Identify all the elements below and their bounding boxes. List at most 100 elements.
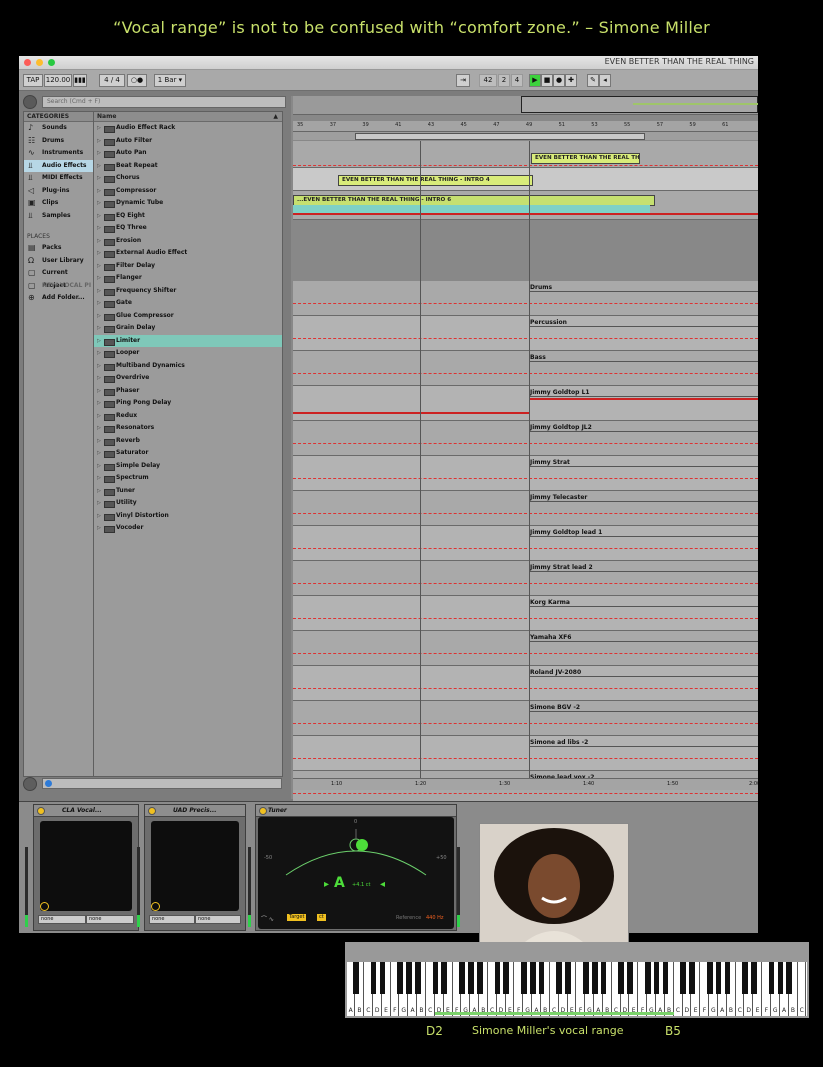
browser-item[interactable]: ▷ EQ Three (94, 222, 282, 235)
preview-icon[interactable] (45, 780, 52, 787)
expand-arrow-icon[interactable]: ▷ (97, 272, 101, 285)
track-lane[interactable]: ...EVEN BETTER THAN THE REAL THING - INT… (293, 191, 758, 220)
position-bar-field[interactable]: 42 (479, 74, 497, 87)
expand-arrow-icon[interactable]: ▷ (97, 472, 101, 485)
browser-item[interactable]: ▷ Frequency Shifter (94, 285, 282, 298)
browser-item[interactable]: ▷ Glue Compressor (94, 310, 282, 323)
track-lane[interactable]: Simone BGV -2 (293, 701, 758, 736)
clip-intro-4[interactable]: EVEN BETTER THAN THE REAL THING - INTRO … (338, 175, 533, 186)
power-icon[interactable] (148, 807, 156, 815)
clip-top[interactable]: EVEN BETTER THAN THE REAL TH (531, 153, 640, 164)
track-lane[interactable]: Jimmy Strat (293, 456, 758, 491)
browser-item[interactable]: ▷ Spectrum (94, 472, 282, 485)
track-lane[interactable]: Yamaha XF6 (293, 631, 758, 666)
category-item[interactable]: ◁ Plug-ins (24, 185, 93, 198)
place-item[interactable]: ▢ Current Project (24, 267, 93, 289)
browser-toggle-icon[interactable] (23, 95, 37, 109)
browser-item[interactable]: ▷ Saturator (94, 447, 282, 460)
expand-arrow-icon[interactable]: ▷ (97, 485, 101, 498)
macro-select-2[interactable]: none (86, 915, 134, 924)
tempo-field[interactable]: 120.00 (44, 74, 72, 87)
macro-select-2[interactable]: none (195, 915, 241, 924)
expand-arrow-icon[interactable]: ▷ (97, 335, 101, 348)
category-item[interactable]: ⫫ Samples (24, 210, 93, 223)
expand-arrow-icon[interactable]: ▷ (97, 210, 101, 223)
category-item[interactable]: ∿ Instruments (24, 147, 93, 160)
browser-item[interactable]: ▷ Reverb (94, 435, 282, 448)
track-lane[interactable]: Simone ad libs -2 (293, 736, 758, 771)
expand-arrow-icon[interactable]: ▷ (97, 447, 101, 460)
expand-arrow-icon[interactable]: ▷ (97, 135, 101, 148)
expand-arrow-icon[interactable]: ▷ (97, 397, 101, 410)
expand-arrow-icon[interactable]: ▷ (97, 310, 101, 323)
category-item[interactable]: ▣ Clips (24, 197, 93, 210)
track-lane[interactable]: Bass (293, 351, 758, 386)
loop-brace[interactable] (293, 132, 758, 140)
browser-item[interactable]: ▷ Auto Filter (94, 135, 282, 148)
macro-select-1[interactable]: none (149, 915, 195, 924)
tap-button[interactable]: TAP (23, 74, 43, 87)
browser-item[interactable]: ▷ Auto Pan (94, 147, 282, 160)
expand-arrow-icon[interactable]: ▷ (97, 147, 101, 160)
browser-item[interactable]: ▷ Dynamic Tube (94, 197, 282, 210)
power-icon[interactable] (259, 807, 267, 815)
automation-arm-button[interactable]: ✎ (587, 74, 599, 87)
expand-arrow-icon[interactable]: ▷ (97, 410, 101, 423)
track-lane[interactable]: Drums (293, 281, 758, 316)
expand-arrow-icon[interactable]: ▷ (97, 360, 101, 373)
expand-arrow-icon[interactable]: ▷ (97, 497, 101, 510)
track-lane[interactable]: Jimmy Goldtop L1 (293, 386, 758, 421)
browser-search-input[interactable]: Search (Cmd + F) (42, 96, 286, 108)
tuner-mode-icons[interactable]: ⌒ ∿ (261, 914, 274, 923)
browser-item[interactable]: ▷ Beat Repeat (94, 160, 282, 173)
track-lane[interactable]: Percussion (293, 316, 758, 351)
expand-arrow-icon[interactable]: ▷ (97, 197, 101, 210)
expand-arrow-icon[interactable]: ▷ (97, 122, 101, 135)
position-beat-field[interactable]: 2 (498, 74, 510, 87)
category-item[interactable]: ⫫ MIDI Effects (24, 172, 93, 185)
browser-preview-strip[interactable] (42, 778, 282, 789)
zoom-button[interactable] (48, 59, 55, 66)
expand-arrow-icon[interactable]: ▷ (97, 260, 101, 273)
place-item[interactable]: ▤ Packs (24, 242, 93, 255)
browser-item[interactable]: ▷ Phaser (94, 385, 282, 398)
expand-arrow-icon[interactable]: ▷ (97, 372, 101, 385)
reference-value[interactable]: 440 Hz (426, 915, 444, 921)
loop-region[interactable] (355, 133, 645, 140)
expand-arrow-icon[interactable]: ▷ (97, 297, 101, 310)
expand-arrow-icon[interactable]: ▷ (97, 247, 101, 260)
browser-item[interactable]: ▷ Gate (94, 297, 282, 310)
track-lane[interactable]: Korg Karma (293, 596, 758, 631)
category-item[interactable]: ☷ Drums (24, 135, 93, 148)
browser-item[interactable]: ▷ Tuner (94, 485, 282, 498)
expand-arrow-icon[interactable]: ▷ (97, 347, 101, 360)
browser-item[interactable]: ▷ Simple Delay (94, 460, 282, 473)
beat-time-ruler[interactable]: 35 37 39 41 43 45 47 49 51 53 55 57 59 61 (293, 121, 758, 132)
device-tuner[interactable]: Tuner 0 -50 +50 ▸ A +4.1 ct ◂ ⌒ ∿ Target… (255, 804, 457, 931)
expand-arrow-icon[interactable]: ▷ (97, 160, 101, 173)
browser-item[interactable]: ▷ Utility (94, 497, 282, 510)
browser-item[interactable]: ▷ Looper (94, 347, 282, 360)
expand-arrow-icon[interactable]: ▷ (97, 222, 101, 235)
close-button[interactable] (24, 59, 31, 66)
plugin-window[interactable] (151, 821, 239, 911)
browser-item[interactable]: ▷ Limiter (94, 334, 282, 348)
minimize-button[interactable] (36, 59, 43, 66)
expand-arrow-icon[interactable]: ▷ (97, 510, 101, 523)
expand-arrow-icon[interactable]: ▷ (97, 460, 101, 473)
track-lane[interactable]: Jimmy Strat lead 2 (293, 561, 758, 596)
browser-item[interactable]: ▷ EQ Eight (94, 210, 282, 223)
nudge-button[interactable]: ▮▮▮ (73, 74, 87, 87)
track-lane[interactable]: Jimmy Telecaster (293, 491, 758, 526)
browser-item[interactable]: ▷ Overdrive (94, 372, 282, 385)
stop-button[interactable]: ■ (541, 74, 553, 87)
expand-arrow-icon[interactable]: ▷ (97, 172, 101, 185)
expand-arrow-icon[interactable]: ▷ (97, 435, 101, 448)
cents-button[interactable]: ct (317, 914, 326, 921)
overdub-button[interactable]: ✚ (565, 74, 577, 87)
follow-button[interactable]: ⇥ (456, 74, 470, 87)
browser-item[interactable]: ▷ Vinyl Distortion (94, 510, 282, 523)
name-column-header[interactable]: Name ▲ (94, 112, 282, 122)
track-lane[interactable]: Jimmy Goldtop JL2 (293, 421, 758, 456)
metronome-button[interactable]: ○● (127, 74, 147, 87)
